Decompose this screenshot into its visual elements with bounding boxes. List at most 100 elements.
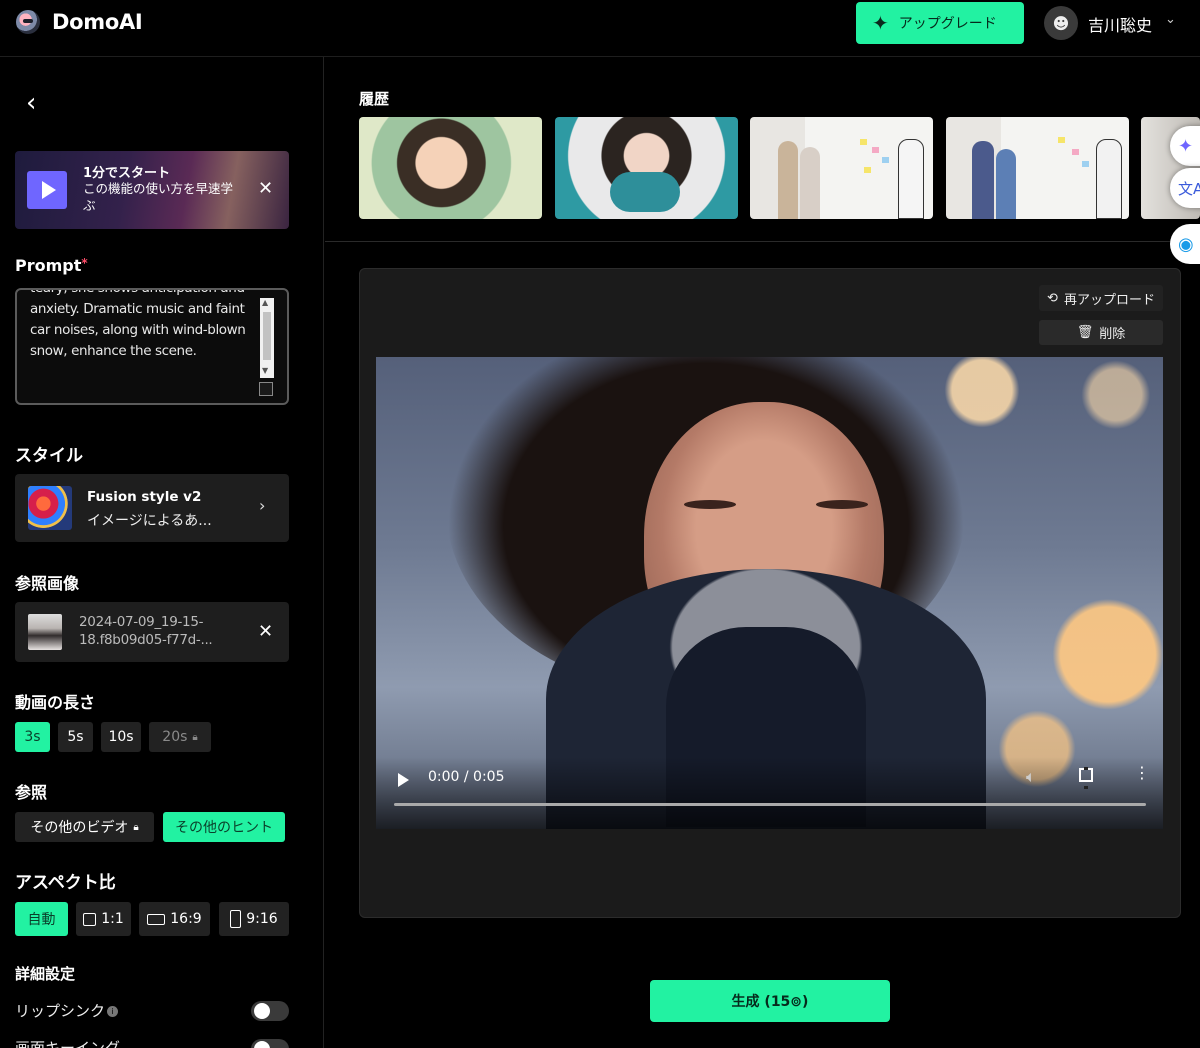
top-header: DomoAI ✦ アップグレード ☻ 吉川聡史 ⌄ bbox=[0, 0, 1200, 57]
style-thumbnail bbox=[28, 486, 72, 530]
thumb-person bbox=[800, 147, 820, 219]
reupload-button[interactable]: ⟲ 再アップロード bbox=[1039, 285, 1163, 311]
back-arrow-icon[interactable]: ‹ bbox=[26, 90, 36, 116]
volume-icon[interactable]: 🔈︎ bbox=[1026, 767, 1036, 787]
duration-option-20s[interactable]: 20s 🔒︎ bbox=[149, 722, 211, 752]
video-frame-eye bbox=[816, 500, 868, 509]
refresh-icon: ⟲ bbox=[1047, 290, 1058, 306]
reference-thumbnail bbox=[28, 614, 62, 650]
style-label: スタイル bbox=[15, 446, 83, 466]
video-controls: 0:00 / 0:05 🔈︎ ⋮ bbox=[376, 757, 1163, 829]
aspect-9-16-label: 9:16 bbox=[246, 911, 278, 927]
scroll-down-icon[interactable]: ▼ bbox=[262, 366, 268, 375]
delete-label: 削除 bbox=[1099, 327, 1126, 342]
lipsync-label: リップシンク i bbox=[15, 1000, 119, 1021]
reference-video-label: その他のビデオ bbox=[30, 820, 129, 836]
thumb-person bbox=[778, 141, 798, 219]
trash-icon: 🗑︎ bbox=[1076, 325, 1094, 340]
keying-toggle[interactable] bbox=[251, 1039, 289, 1048]
scroll-up-icon[interactable]: ▲ bbox=[262, 298, 268, 307]
video-progress-bar[interactable] bbox=[394, 803, 1146, 806]
quickstart-title: 1分でスタート bbox=[83, 166, 171, 181]
app-root: DomoAI ✦ アップグレード ☻ 吉川聡史 ⌄ ‹ 1分でスタート この機能… bbox=[0, 0, 1200, 1048]
duration-label: 動画の長さ bbox=[15, 693, 96, 712]
delete-button[interactable]: 🗑︎ 削除 bbox=[1039, 320, 1163, 345]
aspect-option-1-1[interactable]: 1:1 bbox=[76, 902, 131, 936]
reference-filename: 2024-07-09_19-15-18.f8b09d05-f77d-... bbox=[79, 614, 213, 648]
lipsync-text: リップシンク bbox=[15, 1002, 106, 1020]
quickstart-banner[interactable]: 1分でスタート この機能の使い方を早速学ぶ ✕ bbox=[15, 151, 289, 229]
reference-label: 参照 bbox=[15, 783, 48, 802]
left-sidebar: ‹ 1分でスタート この機能の使い方を早速学ぶ ✕ Prompt* teary,… bbox=[0, 57, 324, 1048]
play-icon bbox=[27, 171, 67, 209]
prompt-label-text: Prompt bbox=[15, 256, 82, 275]
chevron-down-icon[interactable]: ⌄ bbox=[1165, 12, 1176, 27]
aspect-label: アスペクト比 bbox=[15, 873, 116, 893]
sticky-note bbox=[860, 139, 867, 145]
play-icon[interactable] bbox=[398, 773, 409, 787]
sticky-note bbox=[864, 167, 871, 173]
assistant-icon[interactable]: ◉ bbox=[1170, 224, 1200, 264]
details-label: 詳細設定 bbox=[15, 965, 76, 983]
sticky-note bbox=[1082, 161, 1089, 167]
reference-option-hint[interactable]: その他のヒント bbox=[163, 812, 285, 842]
avatar[interactable]: ☻ bbox=[1044, 6, 1078, 40]
prompt-textarea[interactable]: teary, she shows anticipation and anxiet… bbox=[15, 288, 289, 405]
sparkle-icon: ✦ bbox=[872, 11, 889, 35]
aspect-option-9-16[interactable]: 9:16 bbox=[219, 902, 289, 936]
reference-image-card[interactable]: 2024-07-09_19-15-18.f8b09d05-f77d-... ✕ bbox=[15, 602, 289, 662]
sticky-note bbox=[872, 147, 879, 153]
reupload-label: 再アップロード bbox=[1063, 292, 1155, 308]
sticky-note bbox=[1058, 137, 1065, 143]
style-desc: イメージによるあ... bbox=[87, 513, 212, 529]
scrollbar-thumb[interactable] bbox=[263, 312, 271, 360]
video-time: 0:00 / 0:05 bbox=[428, 769, 505, 785]
history-label: 履歴 bbox=[359, 90, 390, 108]
fullscreen-icon[interactable] bbox=[1079, 767, 1093, 789]
duration-option-10s[interactable]: 10s bbox=[101, 722, 141, 752]
upgrade-button[interactable]: ✦ アップグレード bbox=[856, 2, 1024, 44]
style-selector[interactable]: Fusion style v2 イメージによるあ... › bbox=[15, 474, 289, 542]
video-frame-eye bbox=[684, 500, 736, 509]
history-thumbnail[interactable] bbox=[750, 117, 933, 219]
aspect-option-16-9[interactable]: 16:9 bbox=[139, 902, 210, 936]
lock-icon: 🔒︎ bbox=[192, 731, 198, 743]
brand-name[interactable]: DomoAI bbox=[52, 10, 143, 34]
history-thumbnail[interactable] bbox=[946, 117, 1129, 219]
username[interactable]: 吉川聡史 bbox=[1088, 12, 1152, 36]
close-icon[interactable]: ✕ bbox=[258, 621, 273, 642]
info-icon[interactable]: i bbox=[107, 1006, 119, 1017]
prompt-label: Prompt* bbox=[15, 256, 88, 275]
upgrade-label: アップグレード bbox=[898, 16, 997, 32]
required-mark: * bbox=[81, 256, 88, 270]
thumb-person bbox=[1096, 139, 1122, 219]
reference-image-label: 参照画像 bbox=[15, 574, 80, 593]
aspect-1-1-label: 1:1 bbox=[101, 911, 124, 927]
lipsync-toggle[interactable] bbox=[251, 1001, 289, 1021]
duration-option-3s[interactable]: 3s bbox=[15, 722, 50, 752]
keying-label: 画面キーイング bbox=[15, 1039, 121, 1048]
video-player[interactable]: 0:00 / 0:05 🔈︎ ⋮ bbox=[376, 357, 1163, 829]
resize-handle-icon[interactable] bbox=[259, 382, 273, 396]
thumb-person bbox=[996, 149, 1016, 219]
reference-option-video[interactable]: その他のビデオ 🔒︎ bbox=[15, 812, 154, 842]
duration-20s-label: 20s bbox=[162, 729, 188, 745]
duration-option-5s[interactable]: 5s bbox=[58, 722, 93, 752]
close-icon[interactable]: ✕ bbox=[258, 178, 273, 199]
aspect-option-auto[interactable]: 自動 bbox=[15, 902, 68, 936]
more-options-icon[interactable]: ⋮ bbox=[1134, 765, 1150, 781]
divider bbox=[325, 241, 1200, 242]
history-thumbnail[interactable] bbox=[555, 117, 738, 219]
history-thumbnail[interactable] bbox=[359, 117, 542, 219]
aspect-16-9-label: 16:9 bbox=[170, 911, 202, 927]
thumb-person bbox=[898, 139, 924, 219]
sticky-note bbox=[1072, 149, 1079, 155]
style-name: Fusion style v2 bbox=[87, 489, 202, 505]
domoai-logo-icon[interactable] bbox=[16, 10, 40, 34]
chevron-right-icon: › bbox=[259, 496, 266, 515]
lock-icon: 🔒︎ bbox=[133, 821, 139, 833]
generate-button[interactable]: 生成 (15⊚) bbox=[650, 980, 890, 1022]
prompt-text: teary, she shows anticipation and anxiet… bbox=[30, 288, 246, 359]
portrait-icon bbox=[230, 910, 242, 928]
quickstart-desc: この機能の使い方を早速学ぶ bbox=[83, 181, 234, 213]
